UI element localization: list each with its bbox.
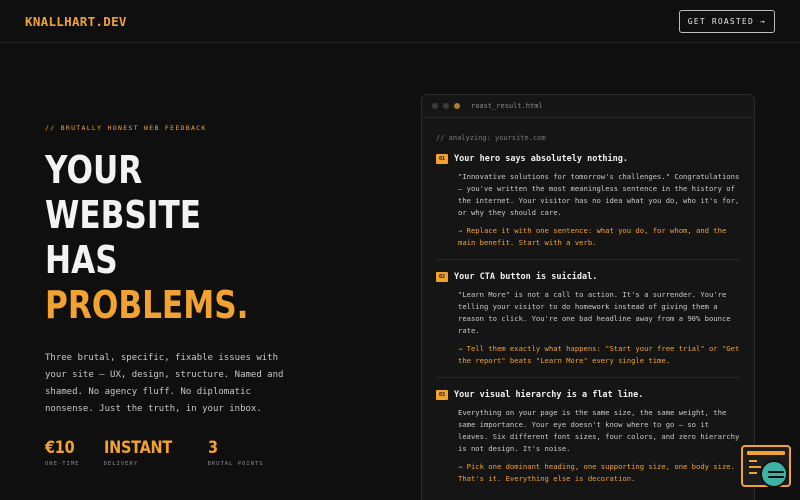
stat-value: 3	[207, 438, 218, 458]
widget-line	[749, 466, 761, 468]
window-filename: roast_result.html	[471, 102, 543, 110]
issue-title: Your CTA button is suicidal.	[454, 272, 598, 282]
top-nav: KNALLHART.DEV GET ROASTED →	[0, 0, 800, 43]
issue-fix: → Pick one dominant heading, one support…	[458, 462, 735, 483]
bubble-line	[768, 471, 784, 473]
bubble-line	[768, 476, 784, 478]
window-body: // analyzing: yoursite.com 01 Your hero …	[422, 118, 754, 495]
issue-header: 02 Your CTA button is suicidal.	[436, 272, 740, 282]
chat-bubble-icon[interactable]	[760, 460, 788, 488]
hero-subtext: Three brutal, specific, fixable issues w…	[45, 353, 284, 414]
window-dot-icon	[443, 103, 449, 109]
stat-value: INSTANT	[103, 438, 172, 458]
issue-item: 02 Your CTA button is suicidal. "Learn M…	[436, 272, 740, 378]
issue-item: 01 Your hero says absolutely nothing. "I…	[436, 154, 740, 260]
hero-headline: YOUR WEBSITE HAS PROBLEMS.	[45, 148, 316, 328]
issue-number-badge: 02	[436, 272, 449, 282]
stat-price: €10 ONE-TIME	[45, 438, 80, 467]
stat-value: €10	[45, 438, 75, 458]
headline-accent: PROBLEMS.	[45, 283, 249, 327]
issue-fix: → Replace it with one sentence: what you…	[458, 226, 727, 247]
stat-label: ONE-TIME	[45, 461, 80, 467]
issue-text: Everything on your page is the same size…	[458, 408, 740, 453]
window-titlebar: roast_result.html	[422, 95, 754, 118]
analyzing-comment: // analyzing: yoursite.com	[436, 134, 546, 142]
issue-number-badge: 01	[436, 154, 449, 164]
roast-result-window: roast_result.html // analyzing: yoursite…	[421, 94, 755, 500]
stat-label: BRUTAL POINTS	[207, 461, 264, 467]
issue-text: "Learn More" is not a call to action. It…	[458, 290, 731, 335]
stat-label: DELIVERY	[103, 461, 139, 467]
hero-stats: €10 ONE-TIME INSTANT DELIVERY 3 BRUTAL P…	[45, 438, 288, 467]
stat-delivery: INSTANT DELIVERY	[104, 438, 184, 467]
issue-text: "Innovative solutions for tomorrow's cha…	[458, 172, 740, 217]
issue-header: 03 Your visual hierarchy is a flat line.	[436, 390, 740, 400]
issue-header: 01 Your hero says absolutely nothing.	[436, 154, 740, 164]
window-dot-icon	[454, 103, 460, 109]
hero-eyebrow: // BRUTALLY HONEST WEB FEEDBACK	[45, 124, 207, 132]
window-dot-icon	[432, 103, 438, 109]
issue-title: Your hero says absolutely nothing.	[454, 154, 629, 164]
logo[interactable]: KNALLHART.DEV	[25, 14, 127, 29]
issue-item: 03 Your visual hierarchy is a flat line.…	[436, 390, 740, 495]
headline-line: WEBSITE	[45, 193, 201, 237]
widget-line	[749, 472, 757, 474]
headline-line: HAS	[45, 238, 118, 282]
issue-title: Your visual hierarchy is a flat line.	[454, 390, 644, 400]
headline-line: YOUR	[45, 148, 143, 192]
issue-number-badge: 03	[436, 390, 449, 400]
issue-fix: → Tell them exactly what happens: "Start…	[458, 344, 740, 365]
widget-bar	[747, 451, 785, 455]
get-roasted-button[interactable]: GET ROASTED →	[678, 9, 775, 33]
hero-section: // BRUTALLY HONEST WEB FEEDBACK YOUR WEB…	[45, 124, 375, 328]
stat-points: 3 BRUTAL POINTS	[208, 438, 264, 467]
widget-line	[749, 460, 757, 462]
